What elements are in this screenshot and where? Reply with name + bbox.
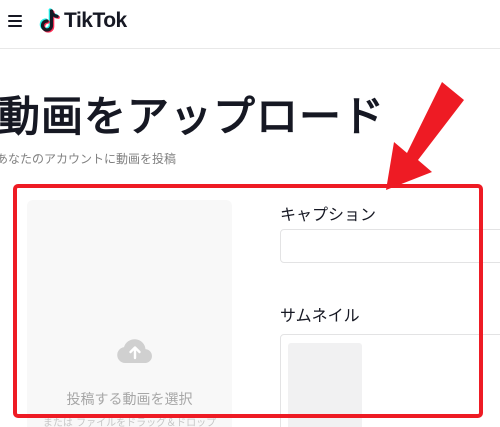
- video-upload-dropzone[interactable]: 投稿する動画を選択 または ファイルをドラッグ＆ドロップ: [27, 200, 232, 427]
- page-title: 動画をアップロード: [0, 92, 386, 141]
- upload-page: TikTok 動画をアップロード あなたのアカウントに動画を投稿 投稿する動画を…: [0, 0, 500, 427]
- tiktok-note-icon[interactable]: [37, 8, 61, 36]
- hamburger-menu-icon[interactable]: [8, 15, 22, 27]
- top-header: TikTok: [0, 0, 500, 49]
- caption-input[interactable]: [280, 229, 500, 263]
- caption-label: キャプション: [280, 205, 377, 224]
- select-video-label[interactable]: 投稿する動画を選択: [27, 389, 232, 409]
- thumbnail-selector[interactable]: [280, 334, 500, 427]
- drag-drop-hint: または ファイルをドラッグ＆ドロップ: [42, 418, 217, 427]
- logo-text[interactable]: TikTok: [64, 9, 127, 33]
- red-arrow-icon: [386, 82, 464, 190]
- thumbnail-frame[interactable]: [288, 343, 362, 427]
- page-subtitle: あなたのアカウントに動画を投稿: [0, 152, 177, 166]
- thumbnail-label: サムネイル: [280, 306, 360, 325]
- cloud-upload-icon: [117, 339, 152, 363]
